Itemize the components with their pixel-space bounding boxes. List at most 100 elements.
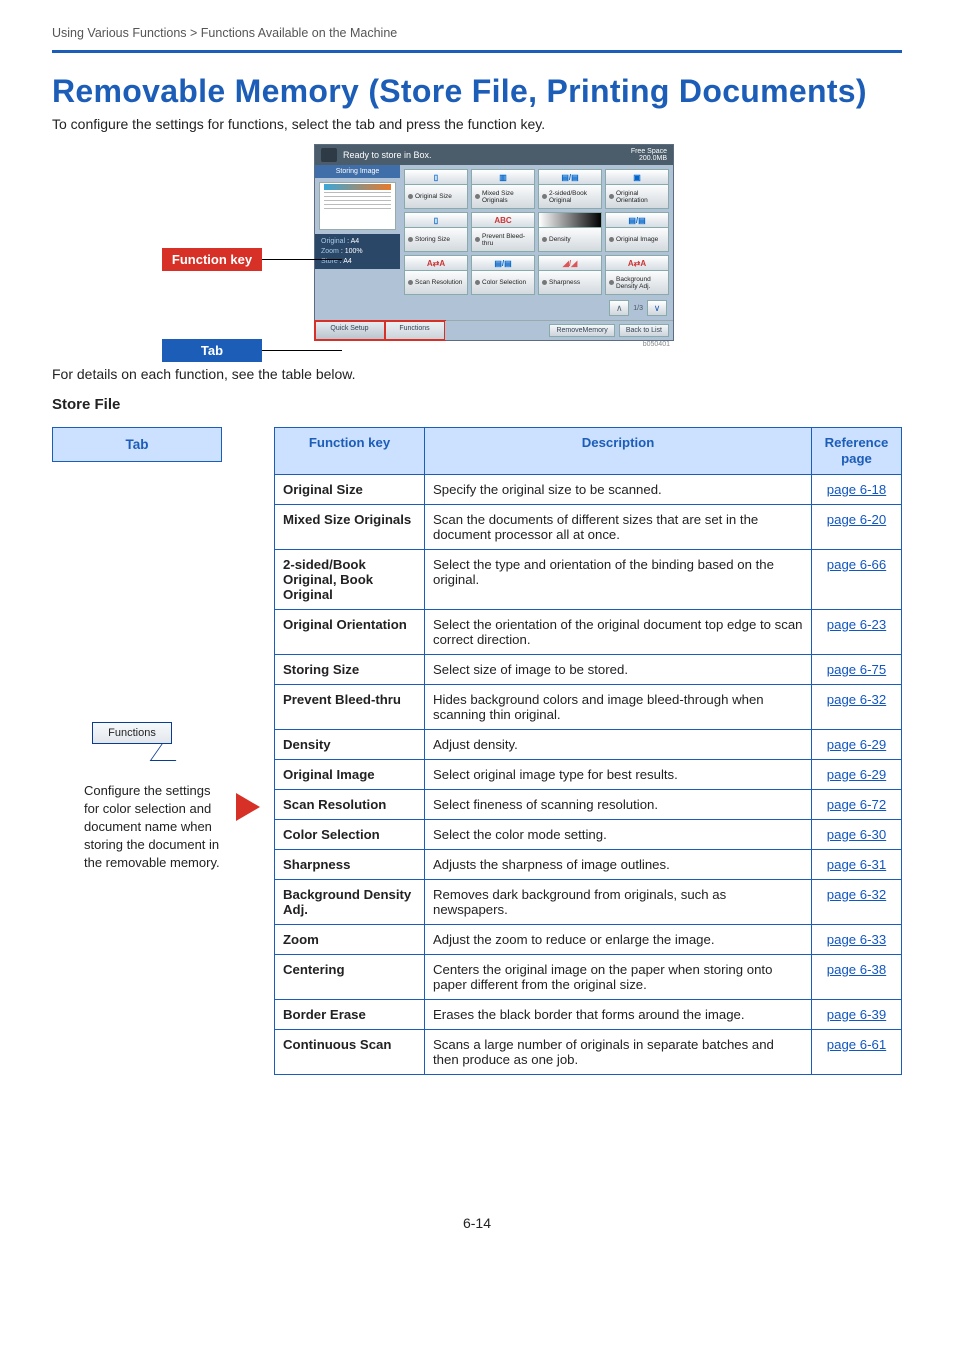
reference-link[interactable]: page 6-18	[827, 482, 886, 497]
table-row: Original SizeSpecify the original size t…	[275, 474, 902, 504]
cell-description: Hides background colors and image bleed-…	[425, 684, 812, 729]
cell-function-key: Original Size	[275, 474, 425, 504]
cell-description: Scan the documents of different sizes th…	[425, 504, 812, 549]
tab-functions[interactable]: Functions	[385, 321, 445, 340]
cell-reference: page 6-33	[812, 924, 902, 954]
reference-link[interactable]: page 6-32	[827, 692, 886, 707]
reference-link[interactable]: page 6-23	[827, 617, 886, 632]
cell-reference: page 6-39	[812, 999, 902, 1029]
cell-reference: page 6-32	[812, 879, 902, 924]
cell-reference: page 6-29	[812, 729, 902, 759]
callout-lead-line	[262, 259, 342, 260]
fn-prevent-bleed-thru[interactable]: ABCPrevent Bleed-thru	[471, 212, 535, 252]
mini-leader-line	[150, 743, 189, 761]
cell-description: Select fineness of scanning resolution.	[425, 789, 812, 819]
left-tab-header: Tab	[52, 427, 222, 462]
reference-link[interactable]: page 6-32	[827, 887, 886, 902]
section-title: Store File	[52, 396, 902, 413]
cell-function-key: Storing Size	[275, 654, 425, 684]
cell-description: Select the orientation of the original d…	[425, 609, 812, 654]
free-space-value: 200.0MB	[639, 155, 667, 162]
reference-link[interactable]: page 6-66	[827, 557, 886, 572]
reference-link[interactable]: page 6-38	[827, 962, 886, 977]
reference-link[interactable]: page 6-29	[827, 737, 886, 752]
reference-link[interactable]: page 6-29	[827, 767, 886, 782]
cell-description: Erases the black border that forms aroun…	[425, 999, 812, 1029]
cell-reference: page 6-72	[812, 789, 902, 819]
cell-reference: page 6-20	[812, 504, 902, 549]
cell-function-key: Border Erase	[275, 999, 425, 1029]
callout-tab: Tab	[162, 339, 262, 362]
reference-link[interactable]: page 6-20	[827, 512, 886, 527]
fn-density[interactable]: Density	[538, 212, 602, 252]
preview-meta: Original : A4 Zoom : 100% Store : A4	[315, 234, 400, 269]
cell-reference: page 6-32	[812, 684, 902, 729]
cell-description: Select size of image to be stored.	[425, 654, 812, 684]
fn-original-image[interactable]: ▤/▤Original Image	[605, 212, 669, 252]
table-row: Border EraseErases the black border that…	[275, 999, 902, 1029]
function-grid: ▯Original Size ▥Mixed Size Originals ▤/▤…	[400, 165, 673, 320]
fn-storing-size[interactable]: ▯Storing Size	[404, 212, 468, 252]
fn-original-size[interactable]: ▯Original Size	[404, 169, 468, 209]
reference-link[interactable]: page 6-33	[827, 932, 886, 947]
cell-description: Adjusts the sharpness of image outlines.	[425, 849, 812, 879]
screen-id: b050401	[314, 341, 674, 348]
cell-function-key: Continuous Scan	[275, 1029, 425, 1074]
table-row: Storing SizeSelect size of image to be s…	[275, 654, 902, 684]
details-text: For details on each function, see the ta…	[52, 366, 902, 382]
table-row: CenteringCenters the original image on t…	[275, 954, 902, 999]
fn-background-density[interactable]: A⇄ABackground Density Adj.	[605, 255, 669, 295]
fn-sharpness[interactable]: ◢/◢Sharpness	[538, 255, 602, 295]
functions-mini-box: Functions	[92, 722, 172, 744]
function-table: Function key Description Reference page …	[274, 427, 902, 1075]
free-space-label: Free Space	[631, 148, 667, 155]
table-row: Scan ResolutionSelect fineness of scanni…	[275, 789, 902, 819]
storing-image-header: Storing Image	[315, 165, 400, 178]
table-row: Original OrientationSelect the orientati…	[275, 609, 902, 654]
fn-mixed-size-originals[interactable]: ▥Mixed Size Originals	[471, 169, 535, 209]
reference-link[interactable]: page 6-61	[827, 1037, 886, 1052]
table-row: Continuous ScanScans a large number of o…	[275, 1029, 902, 1074]
cell-reference: page 6-75	[812, 654, 902, 684]
pager-up[interactable]: ∧	[609, 300, 629, 316]
cell-reference: page 6-30	[812, 819, 902, 849]
reference-link[interactable]: page 6-75	[827, 662, 886, 677]
cell-reference: page 6-31	[812, 849, 902, 879]
cell-description: Adjust density.	[425, 729, 812, 759]
right-arrow-icon	[236, 427, 260, 1187]
table-row: Prevent Bleed-thruHides background color…	[275, 684, 902, 729]
cell-description: Select original image type for best resu…	[425, 759, 812, 789]
page-title: Removable Memory (Store File, Printing D…	[52, 73, 902, 110]
remove-memory-button[interactable]: RemoveMemory	[549, 324, 614, 337]
pager-down[interactable]: ∨	[647, 300, 667, 316]
back-to-list-button[interactable]: Back to List	[619, 324, 669, 337]
cell-description: Scans a large number of originals in sep…	[425, 1029, 812, 1074]
fn-scan-resolution[interactable]: A⇄AScan Resolution	[404, 255, 468, 295]
cell-reference: page 6-23	[812, 609, 902, 654]
breadcrumb: Using Various Functions > Functions Avai…	[52, 20, 902, 50]
cell-function-key: Background Density Adj.	[275, 879, 425, 924]
reference-link[interactable]: page 6-39	[827, 1007, 886, 1022]
table-row: Original ImageSelect original image type…	[275, 759, 902, 789]
cell-function-key: Sharpness	[275, 849, 425, 879]
reference-link[interactable]: page 6-30	[827, 827, 886, 842]
table-row: 2-sided/Book Original, Book OriginalSele…	[275, 549, 902, 609]
table-row: SharpnessAdjusts the sharpness of image …	[275, 849, 902, 879]
cell-reference: page 6-61	[812, 1029, 902, 1074]
cell-description: Specify the original size to be scanned.	[425, 474, 812, 504]
fn-color-selection[interactable]: ▤/▤Color Selection	[471, 255, 535, 295]
cell-description: Select the type and orientation of the b…	[425, 549, 812, 609]
cell-reference: page 6-18	[812, 474, 902, 504]
reference-link[interactable]: page 6-72	[827, 797, 886, 812]
table-row: DensityAdjust density.page 6-29	[275, 729, 902, 759]
reference-link[interactable]: page 6-31	[827, 857, 886, 872]
fn-original-orientation[interactable]: ▣Original Orientation	[605, 169, 669, 209]
pager-text: 1/3	[633, 305, 643, 312]
tab-quick-setup[interactable]: Quick Setup	[315, 321, 385, 340]
cell-function-key: Scan Resolution	[275, 789, 425, 819]
fn-2sided-book-original[interactable]: ▤/▤2-sided/Book Original	[538, 169, 602, 209]
cell-function-key: Mixed Size Originals	[275, 504, 425, 549]
cell-description: Adjust the zoom to reduce or enlarge the…	[425, 924, 812, 954]
cell-description: Select the color mode setting.	[425, 819, 812, 849]
col-reference-page: Reference page	[812, 428, 902, 475]
